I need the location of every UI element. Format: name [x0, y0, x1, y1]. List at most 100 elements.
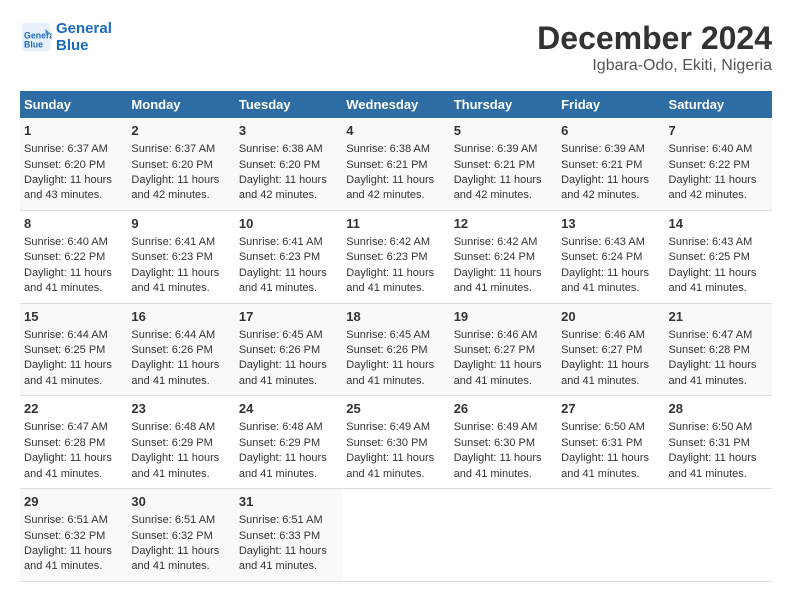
daylight-label: Daylight: 11 hours and 41 minutes. [454, 452, 542, 479]
daylight-label: Daylight: 11 hours and 41 minutes. [239, 545, 327, 572]
daylight-label: Daylight: 11 hours and 41 minutes. [561, 267, 649, 294]
daylight-label: Daylight: 11 hours and 41 minutes. [24, 267, 112, 294]
sunrise-label: Sunrise: 6:46 AM [561, 329, 645, 341]
day-number: 4 [346, 122, 445, 140]
day-number: 13 [561, 215, 660, 233]
daylight-label: Daylight: 11 hours and 41 minutes. [454, 267, 542, 294]
calendar-cell: 10Sunrise: 6:41 AMSunset: 6:23 PMDayligh… [235, 210, 342, 303]
sunrise-label: Sunrise: 6:42 AM [346, 236, 430, 248]
daylight-label: Daylight: 11 hours and 41 minutes. [454, 359, 542, 386]
daylight-label: Daylight: 11 hours and 41 minutes. [239, 267, 327, 294]
daylight-label: Daylight: 11 hours and 42 minutes. [239, 174, 327, 201]
sunset-label: Sunset: 6:24 PM [561, 251, 642, 263]
sunset-label: Sunset: 6:26 PM [131, 344, 212, 356]
calendar-cell: 17Sunrise: 6:45 AMSunset: 6:26 PMDayligh… [235, 303, 342, 396]
calendar-cell [450, 489, 557, 582]
sunrise-label: Sunrise: 6:45 AM [239, 329, 323, 341]
calendar-cell: 6Sunrise: 6:39 AMSunset: 6:21 PMDaylight… [557, 118, 664, 210]
header-sunday: Sunday [20, 91, 127, 118]
sunset-label: Sunset: 6:22 PM [669, 159, 750, 171]
daylight-label: Daylight: 11 hours and 43 minutes. [24, 174, 112, 201]
day-number: 30 [131, 493, 230, 511]
sunrise-label: Sunrise: 6:41 AM [239, 236, 323, 248]
sunset-label: Sunset: 6:33 PM [239, 530, 320, 542]
day-number: 14 [669, 215, 768, 233]
calendar-cell [342, 489, 449, 582]
day-number: 5 [454, 122, 553, 140]
day-number: 27 [561, 400, 660, 418]
calendar-cell: 7Sunrise: 6:40 AMSunset: 6:22 PMDaylight… [665, 118, 772, 210]
sunrise-label: Sunrise: 6:43 AM [561, 236, 645, 248]
sunset-label: Sunset: 6:27 PM [561, 344, 642, 356]
sunset-label: Sunset: 6:20 PM [239, 159, 320, 171]
sunset-label: Sunset: 6:20 PM [131, 159, 212, 171]
sunrise-label: Sunrise: 6:40 AM [24, 236, 108, 248]
daylight-label: Daylight: 11 hours and 41 minutes. [669, 267, 757, 294]
sunset-label: Sunset: 6:28 PM [24, 437, 105, 449]
sunrise-label: Sunrise: 6:47 AM [24, 421, 108, 433]
sunset-label: Sunset: 6:20 PM [24, 159, 105, 171]
daylight-label: Daylight: 11 hours and 41 minutes. [346, 267, 434, 294]
calendar-cell [557, 489, 664, 582]
day-number: 31 [239, 493, 338, 511]
sunset-label: Sunset: 6:21 PM [561, 159, 642, 171]
page-subtitle: Igbara-Odo, Ekiti, Nigeria [537, 57, 772, 75]
day-number: 26 [454, 400, 553, 418]
calendar-week-row: 22Sunrise: 6:47 AMSunset: 6:28 PMDayligh… [20, 396, 772, 489]
logo-line1: General [56, 20, 112, 37]
calendar-cell: 13 Sunrise: 6:43 AM Sunset: 6:24 PM Dayligh… [557, 210, 664, 303]
calendar-cell: 3Sunrise: 6:38 AMSunset: 6:20 PMDaylight… [235, 118, 342, 210]
sunset-label: Sunset: 6:26 PM [346, 344, 427, 356]
daylight-label: Daylight: 11 hours and 41 minutes. [346, 452, 434, 479]
calendar-cell: 1Sunrise: 6:37 AMSunset: 6:20 PMDaylight… [20, 118, 127, 210]
calendar-cell: 15Sunrise: 6:44 AMSunset: 6:25 PMDayligh… [20, 303, 127, 396]
calendar-cell: 8Sunrise: 6:40 AMSunset: 6:22 PMDaylight… [20, 210, 127, 303]
logo-line2: Blue [56, 37, 112, 54]
sunrise-label: Sunrise: 6:49 AM [454, 421, 538, 433]
calendar-week-row: 1Sunrise: 6:37 AMSunset: 6:20 PMDaylight… [20, 118, 772, 210]
day-number: 21 [669, 308, 768, 326]
calendar-cell: 21Sunrise: 6:47 AMSunset: 6:28 PMDayligh… [665, 303, 772, 396]
daylight-label: Daylight: 11 hours and 41 minutes. [239, 452, 327, 479]
logo: General Blue General Blue [20, 20, 112, 54]
calendar-cell: 22Sunrise: 6:47 AMSunset: 6:28 PMDayligh… [20, 396, 127, 489]
calendar-cell: 30Sunrise: 6:51 AMSunset: 6:32 PMDayligh… [127, 489, 234, 582]
daylight-label: Daylight: 11 hours and 41 minutes. [669, 452, 757, 479]
sunset-label: Sunset: 6:32 PM [24, 530, 105, 542]
daylight-label: Daylight: 11 hours and 41 minutes. [24, 452, 112, 479]
daylight-label: Daylight: 11 hours and 41 minutes. [346, 359, 434, 386]
sunrise-label: Sunrise: 6:39 AM [454, 143, 538, 155]
daylight-label: Daylight: 11 hours and 41 minutes. [669, 359, 757, 386]
day-number: 6 [561, 122, 660, 140]
day-number: 25 [346, 400, 445, 418]
sunrise-label: Sunrise: 6:37 AM [24, 143, 108, 155]
calendar-cell: 2 Sunrise: 6:37 AM Sunset: 6:20 PM Daylight… [127, 118, 234, 210]
sunset-label: Sunset: 6:21 PM [454, 159, 535, 171]
daylight-label: Daylight: 11 hours and 42 minutes. [131, 174, 219, 201]
day-number: 2 [131, 122, 230, 140]
sunrise-label: Sunrise: 6:41 AM [131, 236, 215, 248]
daylight-label: Daylight: 11 hours and 41 minutes. [24, 359, 112, 386]
page-title: December 2024 [537, 20, 772, 57]
sunrise-label: Sunrise: 6:44 AM [131, 329, 215, 341]
sunset-label: Sunset: 6:29 PM [239, 437, 320, 449]
calendar-cell: 16Sunrise: 6:44 AMSunset: 6:26 PMDayligh… [127, 303, 234, 396]
daylight-label: Daylight: 11 hours and 41 minutes. [131, 452, 219, 479]
sunset-label: Sunset: 6:23 PM [239, 251, 320, 263]
header-saturday: Saturday [665, 91, 772, 118]
sunrise-label: Sunrise: 6:46 AM [454, 329, 538, 341]
sunrise-label: Sunrise: 6:37 AM [131, 143, 215, 155]
daylight-label: Daylight: 11 hours and 42 minutes. [561, 174, 649, 201]
daylight-label: Daylight: 11 hours and 42 minutes. [346, 174, 434, 201]
sunset-label: Sunset: 6:25 PM [669, 251, 750, 263]
calendar-cell: 25Sunrise: 6:49 AMSunset: 6:30 PMDayligh… [342, 396, 449, 489]
daylight-label: Daylight: 11 hours and 41 minutes. [24, 545, 112, 572]
calendar-cell: 29Sunrise: 6:51 AMSunset: 6:32 PMDayligh… [20, 489, 127, 582]
title-block: December 2024 Igbara-Odo, Ekiti, Nigeria [537, 20, 772, 75]
day-number: 11 [346, 215, 445, 233]
daylight-label: Daylight: 11 hours and 41 minutes. [561, 452, 649, 479]
calendar-cell: 26Sunrise: 6:49 AMSunset: 6:30 PMDayligh… [450, 396, 557, 489]
page-header: General Blue General Blue December 2024 … [20, 20, 772, 75]
sunrise-label: Sunrise: 6:43 AM [669, 236, 753, 248]
day-number: 28 [669, 400, 768, 418]
